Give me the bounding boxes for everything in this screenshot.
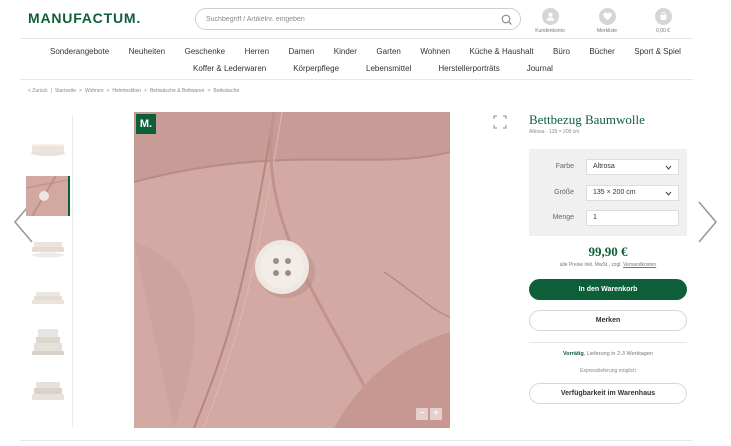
quantity-label: Menge [552, 214, 574, 221]
breadcrumb-separator: > [207, 88, 211, 94]
nav-item-journal[interactable]: Journal [527, 64, 553, 73]
price-note: alle Preise inkl. MwSt., zzgl. Versandko… [529, 262, 687, 268]
product-options-panel: Farbe Altrosa Größe 135 × 200 cm Menge 1 [529, 149, 687, 236]
availability-info: Vorrätig, Lieferung in 2-3 Werktagen [529, 351, 687, 357]
search-input[interactable] [206, 13, 486, 26]
color-select[interactable]: Altrosa [586, 159, 679, 175]
store-availability-button[interactable]: Verfügbarkeit im Warenhaus [529, 383, 687, 404]
account-label: Kundenkonto [535, 28, 565, 34]
nav-item-kueche-haushalt[interactable]: Küche & Haushalt [470, 47, 534, 56]
nav-item-herren[interactable]: Herren [245, 47, 269, 56]
size-select-value: 135 × 200 cm [593, 189, 636, 196]
availability-status: Vorrätig [563, 351, 584, 357]
color-label: Farbe [555, 163, 574, 170]
main-nav-row-2: Koffer & Lederwaren Körperpflege Lebensm… [193, 64, 553, 73]
size-label: Größe [554, 189, 574, 196]
nav-item-lebensmittel[interactable]: Lebensmittel [366, 64, 411, 73]
availability-divider [529, 342, 687, 343]
breadcrumb-separator: > [106, 88, 110, 94]
chevron-down-icon [665, 191, 672, 196]
express-delivery-note: Expresslieferung möglich [580, 368, 636, 374]
nav-item-geschenke[interactable]: Geschenke [185, 47, 225, 56]
color-select-value: Altrosa [593, 163, 615, 170]
search-icon[interactable] [500, 13, 514, 27]
main-nav-row-1: Sonderangebote Neuheiten Geschenke Herre… [20, 47, 693, 56]
nav-item-koffer-lederwaren[interactable]: Koffer & Lederwaren [193, 64, 266, 73]
nav-item-sport-spiel[interactable]: Sport & Spiel [634, 47, 681, 56]
breadcrumb-back[interactable]: < Zurück [28, 88, 48, 94]
account-link[interactable]: Kundenkonto [530, 8, 570, 34]
stacked-linen-image [32, 292, 64, 304]
breadcrumb-wohnen[interactable]: Wohnen [85, 88, 104, 94]
thumbnail-4[interactable] [26, 278, 70, 318]
size-option-row: Größe 135 × 200 cm [529, 185, 687, 201]
manufactum-badge: M. [136, 114, 156, 134]
stacked-linen-image [32, 242, 64, 258]
breadcrumb-bettwaesche[interactable]: Bettwäsche [213, 88, 239, 94]
page-divider [20, 440, 693, 441]
user-icon [541, 8, 559, 25]
nav-item-wohnen[interactable]: Wohnen [420, 47, 450, 56]
gallery-next-arrow[interactable] [697, 200, 719, 244]
nav-item-buecher[interactable]: Bücher [589, 47, 614, 56]
nav-item-damen[interactable]: Damen [289, 47, 315, 56]
search-bar[interactable] [195, 8, 521, 30]
fabric-detail-image [26, 176, 68, 216]
wishlist-link[interactable]: Merkliste [587, 8, 627, 34]
fullscreen-icon[interactable] [493, 115, 507, 129]
breadcrumb-separator: > [79, 88, 82, 94]
nav-item-herstellerportraets[interactable]: Herstellerporträts [438, 64, 499, 73]
thumbnail-2-selected[interactable] [26, 176, 70, 216]
quantity-input[interactable]: 1 [586, 210, 679, 226]
product-image[interactable]: M. − + [134, 112, 450, 428]
breadcrumb-startseite[interactable]: Startseite [55, 88, 76, 94]
fabric-button-photo [134, 112, 450, 428]
breadcrumb-heimtextilien[interactable]: Heimtextilien [112, 88, 141, 94]
nav-item-buero[interactable]: Büro [553, 47, 570, 56]
shipping-costs-link[interactable]: Versandkosten [623, 262, 656, 268]
thumbnail-6[interactable] [26, 371, 70, 411]
nav-item-koerperpflege[interactable]: Körperpflege [293, 64, 339, 73]
zoom-controls: − + [416, 408, 442, 420]
zoom-out-button[interactable]: − [416, 408, 428, 420]
nav-item-kinder[interactable]: Kinder [334, 47, 357, 56]
brand-logo[interactable]: MANUFACTUM. [28, 10, 141, 26]
breadcrumb-separator: | [50, 88, 52, 94]
breadcrumb-bettwaesche-bettwaren[interactable]: Bettwäsche & Bettwaren [150, 88, 204, 94]
size-select[interactable]: 135 × 200 cm [586, 185, 679, 201]
quantity-option-row: Menge 1 [529, 210, 687, 226]
nav-divider [20, 79, 693, 80]
color-option-row: Farbe Altrosa [529, 159, 687, 175]
wishlist-button[interactable]: Merken [529, 310, 687, 331]
price-note-text: alle Preise inkl. MwSt., zzgl. [559, 262, 622, 268]
wishlist-label: Merkliste [596, 28, 617, 34]
cart-icon [654, 8, 672, 25]
heart-icon [598, 8, 616, 25]
cart-link[interactable]: 0,00 € [643, 8, 683, 34]
breadcrumb-separator: > [144, 88, 147, 94]
nav-item-garten[interactable]: Garten [376, 47, 400, 56]
thumbnail-1[interactable] [26, 128, 70, 168]
product-price: 99,90 € [588, 244, 628, 259]
thumbnail-5[interactable] [26, 323, 70, 363]
header-divider [20, 38, 693, 39]
add-to-cart-button[interactable]: In den Warenkorb [529, 279, 687, 300]
thumbnail-3[interactable] [26, 228, 70, 268]
folded-linen-image [31, 144, 65, 156]
chevron-down-icon [665, 165, 672, 170]
thumbnail-divider [72, 115, 73, 427]
zoom-in-button[interactable]: + [430, 408, 442, 420]
nav-item-sonderangebote[interactable]: Sonderangebote [50, 47, 109, 56]
stacked-linen-image [32, 329, 64, 355]
product-subtitle: Altrosa · 135 × 200 cm [529, 129, 580, 135]
delivery-time: , Lieferung in 2-3 Werktagen [583, 351, 653, 357]
stacked-linen-image [32, 382, 64, 400]
breadcrumb: < Zurück | Startseite > Wohnen > Heimtex… [28, 88, 239, 94]
product-title: Bettbezug Baumwolle [529, 112, 645, 127]
nav-item-neuheiten[interactable]: Neuheiten [129, 47, 165, 56]
cart-total: 0,00 € [656, 28, 670, 34]
